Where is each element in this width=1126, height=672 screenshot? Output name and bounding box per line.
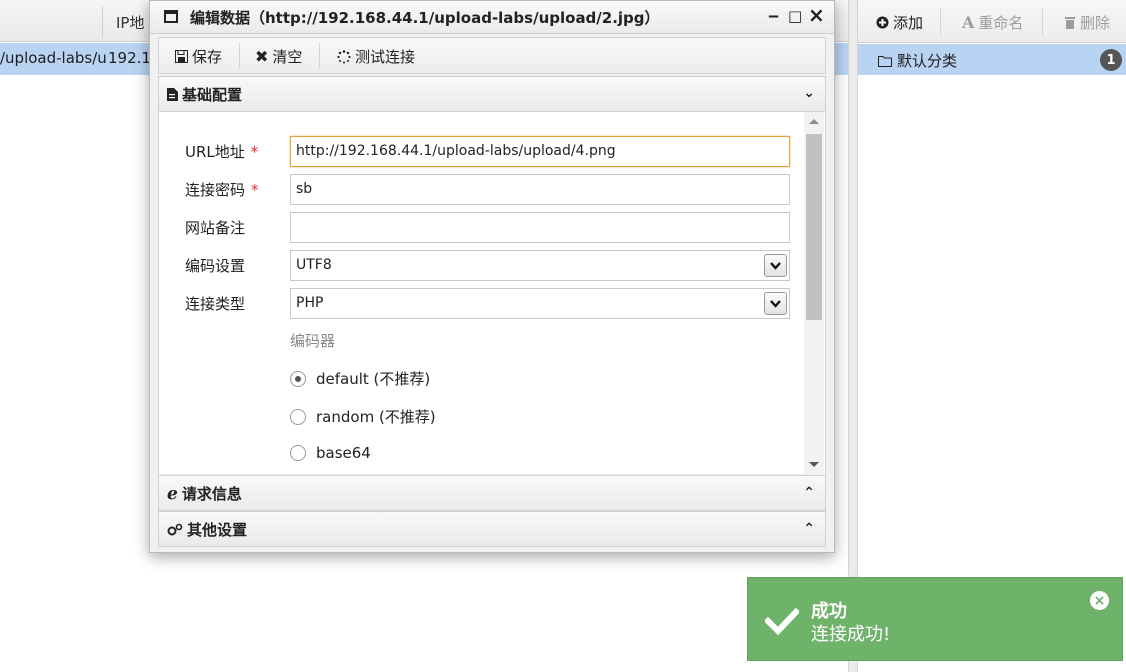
- delete-label: 删除: [1080, 14, 1111, 32]
- section-title: 基础配置: [167, 84, 242, 105]
- minimize-button[interactable]: ‒: [768, 6, 779, 25]
- section-basic-label: 基础配置: [182, 86, 243, 104]
- section-other-settings[interactable]: 其他设置 ⌃: [158, 511, 826, 547]
- toolbar-divider: [1042, 8, 1043, 36]
- plus-circle-icon: [876, 16, 889, 29]
- toast-message: 连接成功!: [811, 624, 891, 645]
- font-a-icon: A: [962, 13, 975, 32]
- chevron-down-icon[interactable]: [764, 254, 787, 277]
- required-mark: *: [250, 143, 259, 161]
- document-icon: [167, 88, 178, 101]
- row-url-cell: /upload-labs/u: [0, 49, 107, 67]
- clear-button[interactable]: ✖ 清空: [255, 46, 302, 67]
- url-label: URL地址 *: [185, 141, 258, 162]
- scroll-down-arrow-icon[interactable]: [809, 462, 819, 467]
- row-ip-cell: 192.1: [108, 49, 151, 67]
- save-label: 保存: [192, 48, 223, 66]
- scroll-up-arrow-icon[interactable]: [809, 119, 819, 124]
- success-toast: 成功 连接成功! ×: [747, 577, 1123, 661]
- password-label: 连接密码 *: [185, 179, 259, 200]
- encoder-option-label: default (不推荐): [316, 370, 431, 388]
- dialog-title: 编辑数据（http://192.168.44.1/upload-labs/upl…: [190, 9, 660, 27]
- chevron-up-icon: ⌃: [803, 521, 815, 537]
- dialog-toolbar: 保存 ✖ 清空 测试连接: [158, 37, 826, 74]
- test-label: 测试连接: [355, 48, 416, 66]
- type-label: 连接类型: [185, 295, 246, 313]
- section-other-label: 其他设置: [187, 521, 248, 539]
- encoder-option-random[interactable]: random (不推荐): [290, 406, 436, 427]
- chevron-up-icon: ⌃: [803, 485, 815, 501]
- add-category-button[interactable]: 添加: [876, 12, 923, 33]
- floppy-icon: [175, 50, 188, 63]
- category-count-badge: 1: [1100, 49, 1122, 71]
- section-request-info[interactable]: ℯ 请求信息 ⌃: [158, 475, 826, 511]
- encoder-label: 编码器: [290, 332, 336, 350]
- test-connection-button[interactable]: 测试连接: [337, 46, 415, 67]
- clear-label: 清空: [272, 48, 303, 66]
- delete-category-button[interactable]: 删除: [1064, 12, 1110, 33]
- edit-data-dialog: 编辑数据（http://192.168.44.1/upload-labs/upl…: [149, 0, 835, 553]
- encoder-option-default[interactable]: default (不推荐): [290, 368, 430, 389]
- checkmark-icon: [765, 607, 799, 636]
- category-toolbar: 添加 A 重命名 删除: [858, 0, 1126, 43]
- encoder-option-label: base64: [316, 444, 371, 462]
- radio-button[interactable]: [290, 445, 306, 461]
- x-icon: ✖: [255, 47, 269, 66]
- url-input[interactable]: http://192.168.44.1/upload-labs/upload/4…: [290, 136, 790, 167]
- section-title: ℯ 请求信息: [167, 483, 242, 504]
- save-button[interactable]: 保存: [175, 46, 222, 67]
- required-mark: *: [251, 181, 259, 199]
- panel-splitter[interactable]: [848, 0, 858, 672]
- category-label: 默认分类: [878, 50, 957, 71]
- section-basic-config[interactable]: 基础配置 ⌄: [158, 76, 826, 112]
- note-label: 网站备注: [185, 219, 246, 237]
- form-scrollbar[interactable]: [804, 112, 824, 474]
- encoding-value: UTF8: [296, 257, 332, 273]
- section-request-label: 请求信息: [181, 485, 242, 503]
- type-value: PHP: [296, 295, 324, 311]
- chevron-down-icon: ⌄: [803, 85, 815, 101]
- password-label-text: 连接密码: [185, 181, 246, 199]
- basic-config-form: URL地址 * http://192.168.44.1/upload-labs/u…: [158, 112, 826, 474]
- radio-button[interactable]: [290, 370, 306, 387]
- dialog-titlebar[interactable]: 编辑数据（http://192.168.44.1/upload-labs/upl…: [150, 1, 834, 34]
- category-panel: 添加 A 重命名 删除 默认分类 1: [858, 0, 1126, 672]
- add-label: 添加: [893, 14, 924, 32]
- scrollbar-thumb[interactable]: [806, 134, 822, 320]
- rename-category-button[interactable]: A 重命名: [962, 12, 1023, 33]
- spinner-icon: [337, 49, 351, 63]
- ip-column-header[interactable]: IP地: [116, 12, 144, 33]
- url-label-text: URL地址: [185, 143, 245, 161]
- encoding-label: 编码设置: [185, 257, 246, 275]
- trash-icon: [1065, 17, 1075, 29]
- password-input[interactable]: sb: [290, 174, 790, 205]
- toolbar-divider: [239, 43, 240, 68]
- toast-close-icon[interactable]: ×: [1090, 591, 1109, 610]
- window-icon: [164, 10, 178, 23]
- note-input[interactable]: [290, 212, 790, 243]
- encoding-select[interactable]: UTF8: [290, 250, 790, 281]
- section-title: 其他设置: [167, 519, 247, 540]
- toolbar-divider: [319, 43, 320, 68]
- radio-button[interactable]: [290, 408, 306, 425]
- gears-icon: [167, 523, 183, 536]
- category-name: 默认分类: [897, 52, 958, 70]
- encoder-option-base64[interactable]: base64: [290, 444, 371, 462]
- column-separator[interactable]: [102, 6, 103, 38]
- close-button[interactable]: ×: [808, 3, 825, 27]
- folder-icon: [878, 55, 892, 67]
- chevron-down-icon[interactable]: [764, 292, 787, 315]
- encoder-option-label: random (不推荐): [316, 408, 436, 426]
- connection-type-select[interactable]: PHP: [290, 288, 790, 319]
- maximize-button[interactable]: □: [788, 7, 802, 25]
- category-item-default[interactable]: 默认分类 1: [858, 44, 1126, 75]
- rename-label: 重命名: [978, 14, 1024, 32]
- internet-explorer-icon: ℯ: [167, 483, 178, 504]
- toolbar-divider: [940, 8, 941, 36]
